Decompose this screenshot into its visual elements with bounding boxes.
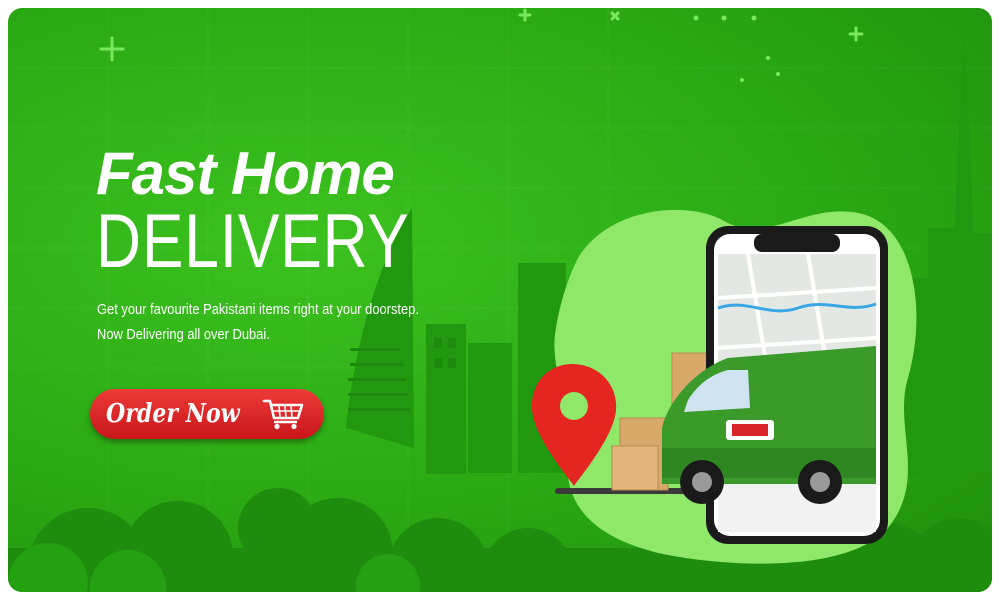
headline-fast-home: Fast Home	[96, 140, 395, 207]
delivery-banner: Fast Home DELIVERY Get your favourite Pa…	[8, 8, 992, 592]
shopping-cart-icon	[262, 399, 304, 430]
order-now-button[interactable]: Order Now	[90, 389, 324, 439]
tagline: Get your favourite Pakistani items right…	[97, 297, 501, 347]
order-now-label: Order Now	[106, 399, 240, 429]
tagline-line-2: Now Delivering all over Dubai.	[97, 326, 270, 343]
headline-delivery: DELIVERY	[96, 199, 410, 284]
tagline-line-1: Get your favourite Pakistani items right…	[97, 301, 419, 318]
sparkle-icons	[99, 8, 864, 62]
sparkle-dots	[693, 15, 780, 82]
